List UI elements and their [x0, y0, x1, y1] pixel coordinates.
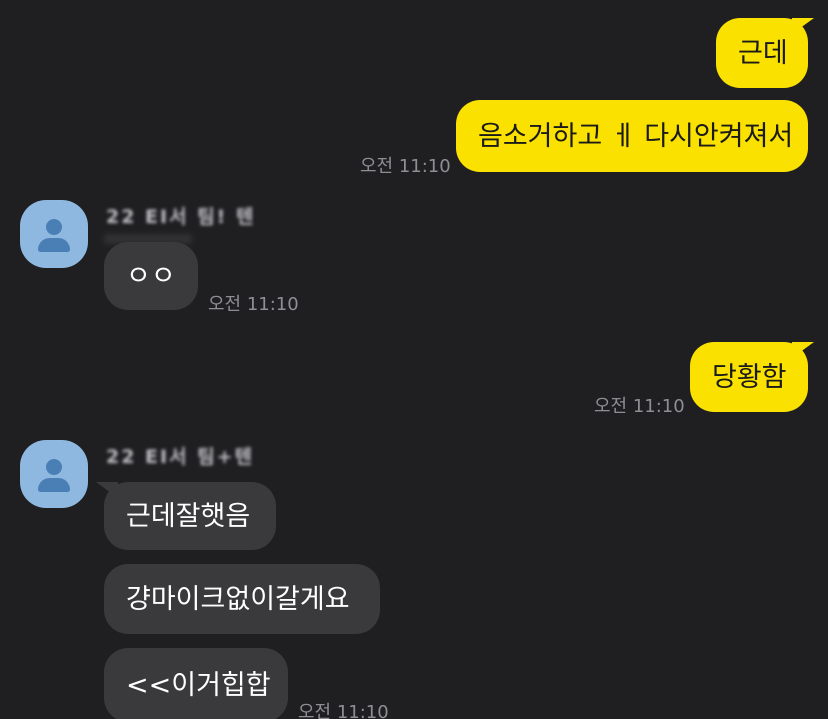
- message-text: ㅇㅇ: [126, 260, 176, 292]
- message-text: 당황함: [712, 361, 787, 393]
- bubble-tail: [792, 18, 814, 34]
- default-profile-person-icon: [46, 459, 62, 475]
- their-message-bubble[interactable]: <<이거힙합: [104, 648, 288, 719]
- message-timestamp: 오전 11:10: [208, 294, 299, 315]
- message-timestamp: 오전 11:10: [298, 702, 389, 719]
- sender-avatar[interactable]: [20, 200, 88, 268]
- sender-name: 22 EI서 팀+텐: [106, 446, 255, 468]
- sender-name: 22 EI서 팀! 텐: [106, 206, 256, 228]
- their-message-bubble[interactable]: 근데잘햇음: [104, 482, 276, 550]
- my-message-bubble[interactable]: 당황함: [690, 342, 808, 412]
- message-text: 음소거하고 ㅔ 다시안켜져서: [478, 120, 794, 152]
- my-message-bubble[interactable]: 음소거하고 ㅔ 다시안켜져서: [456, 100, 808, 172]
- sender-avatar[interactable]: [20, 440, 88, 508]
- their-message-bubble[interactable]: ㅇㅇ: [104, 242, 198, 310]
- message-text: 근데: [738, 37, 788, 69]
- chat-message-list[interactable]: 근데 음소거하고 ㅔ 다시안켜져서 오전 11:10 22 EI서 팀! 텐 ㅇ…: [0, 0, 828, 719]
- message-timestamp: 오전 11:10: [360, 156, 451, 177]
- their-message-bubble[interactable]: 걍마이크없이갈게요: [104, 564, 380, 634]
- bubble-tail: [792, 342, 814, 358]
- default-profile-person-icon: [46, 219, 62, 235]
- message-text: 근데잘햇음: [126, 500, 251, 532]
- message-timestamp: 오전 11:10: [594, 396, 685, 417]
- message-text: <<이거힙합: [126, 669, 271, 701]
- message-text: 걍마이크없이갈게요: [126, 583, 350, 615]
